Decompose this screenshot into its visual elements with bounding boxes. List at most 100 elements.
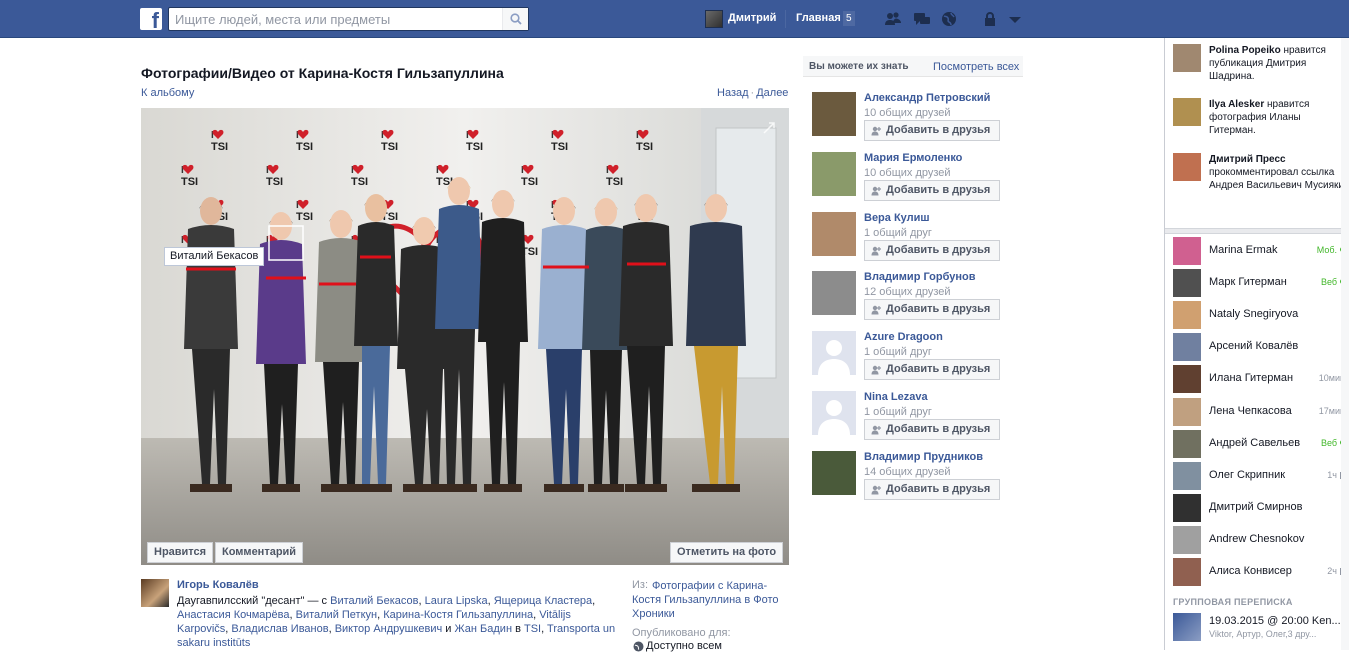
sidebar-scrollbar[interactable]: [1341, 38, 1349, 650]
settings-dropdown-icon[interactable]: [1006, 11, 1024, 27]
add-friend-button[interactable]: Добавить в друзья: [864, 239, 1000, 261]
fullscreen-icon[interactable]: [763, 122, 775, 134]
caption-text: Даугавпилсский "десант": [177, 595, 305, 607]
chat-avatar: [1173, 365, 1201, 394]
tagged-person-link[interactable]: Виталий Петкун: [296, 609, 378, 621]
add-friend-button[interactable]: Добавить в друзья: [864, 478, 1000, 500]
add-friend-label: Добавить в друзья: [886, 243, 991, 256]
author-avatar[interactable]: [141, 579, 169, 607]
pymk-item: Nina Lezava 1 общий друг Добавить в друзья: [812, 391, 1024, 443]
pymk-mutual-friends[interactable]: 1 общий друг: [864, 406, 932, 418]
chat-friend[interactable]: Марк Гитерман Веб: [1173, 269, 1345, 298]
svg-text:TSI: TSI: [381, 141, 398, 153]
pymk-photo[interactable]: [812, 92, 856, 136]
add-friend-button[interactable]: Добавить в друзья: [864, 120, 1000, 141]
chat-friend[interactable]: Илана Гитерман 10мин: [1173, 365, 1345, 394]
chat-friend[interactable]: Олег Скрипник 1ч: [1173, 461, 1345, 490]
pymk-name-link[interactable]: Владимир Горбунов: [864, 271, 976, 283]
previous-photo-link[interactable]: Назад: [717, 87, 749, 99]
pymk-photo[interactable]: [812, 151, 856, 196]
tagged-person-link[interactable]: Ящерица Кластера: [494, 595, 592, 607]
profile-avatar[interactable]: [705, 10, 723, 28]
pymk-name-link[interactable]: Azure Dragoon: [864, 331, 943, 343]
tagged-person-link[interactable]: Владислав Иванов: [231, 623, 328, 635]
tagged-person-link[interactable]: Карина-Костя Гильзапуллина: [383, 609, 533, 621]
tag-photo-button[interactable]: Отметить на фото: [670, 542, 784, 563]
notifications-globe-icon[interactable]: [940, 11, 958, 27]
ticker-text: Дмитрий Пресс прокомментировал ссылка Ан…: [1209, 153, 1347, 192]
chat-friend-name: Алиса Конвисер: [1209, 565, 1292, 577]
pymk-mutual-friends[interactable]: 10 общих друзей: [864, 107, 951, 119]
search-input[interactable]: [169, 8, 499, 30]
see-all-link[interactable]: Посмотреть всех: [933, 61, 1019, 73]
pymk-mutual-friends[interactable]: 1 общий друг: [864, 346, 932, 358]
home-link[interactable]: Главная: [796, 12, 841, 24]
pymk-name-link[interactable]: Александр Петровский: [864, 92, 990, 104]
chat-friend[interactable]: Арсений Ковалёв: [1173, 333, 1345, 362]
svg-text:TSI: TSI: [606, 176, 623, 188]
pymk-name-link[interactable]: Владимир Прудников: [864, 451, 983, 463]
back-to-album-link[interactable]: К альбому: [141, 87, 194, 99]
pymk-mutual-friends[interactable]: 10 общих друзей: [864, 167, 951, 179]
chat-friend[interactable]: Nataly Snegiryova: [1173, 301, 1345, 330]
tagged-person-link[interactable]: Виктор Андрушкевич: [335, 623, 443, 635]
tagged-person-link[interactable]: Жан Бадин: [455, 623, 513, 635]
privacy-shortcuts-icon[interactable]: [982, 11, 1000, 27]
like-button[interactable]: Нравится: [147, 542, 214, 563]
chat-friend[interactable]: Лена Чепкасова 17мин: [1173, 397, 1345, 426]
ticker-actor: Ilya Alesker: [1209, 99, 1265, 110]
pager-separator: ·: [750, 87, 755, 99]
pymk-name-link[interactable]: Nina Lezava: [864, 391, 928, 403]
messages-icon[interactable]: [913, 11, 931, 27]
comment-button[interactable]: Комментарий: [215, 542, 304, 563]
chat-avatar: [1173, 493, 1201, 522]
pymk-mutual-friends[interactable]: 1 общий друг: [864, 227, 932, 239]
chat-friend[interactable]: Дмитрий Смирнов: [1173, 493, 1345, 522]
add-friend-button[interactable]: Добавить в друзья: [864, 179, 1000, 201]
search-button[interactable]: [502, 8, 528, 30]
pymk-name-link[interactable]: Мария Ермоленко: [864, 152, 962, 164]
pymk-photo[interactable]: [812, 391, 856, 435]
chat-avatar: [1173, 269, 1201, 298]
add-friend-icon: [871, 485, 881, 495]
photo-viewer[interactable]: I TSI I TSI I TSI I TSI I TSI I TSI I TSI I TSI I TSI I TSI…: [141, 108, 789, 565]
pymk-photo[interactable]: [812, 211, 856, 256]
ticker-avatar: [1173, 153, 1201, 181]
add-friend-button[interactable]: Добавить в друзья: [864, 419, 1000, 440]
pymk-mutual-friends[interactable]: 14 общих друзей: [864, 466, 951, 478]
privacy-value[interactable]: Доступно всем: [632, 640, 722, 652]
chat-friend[interactable]: Андрей Савельев Веб: [1173, 429, 1345, 458]
tagged-person-link[interactable]: Laura Lipska: [425, 595, 488, 607]
add-friend-button[interactable]: Добавить в друзья: [864, 299, 1000, 321]
chat-friend[interactable]: Andrew Chesnokov: [1173, 525, 1345, 554]
ticker-divider[interactable]: [1165, 228, 1349, 234]
pymk-header: Вы можете их знать Посмотреть всех: [803, 56, 1023, 77]
chat-friend[interactable]: Marina Ermak Моб.: [1173, 237, 1345, 265]
pymk-photo[interactable]: [812, 271, 856, 316]
facebook-logo[interactable]: f: [140, 8, 162, 30]
chat-status-text: Моб.: [1316, 245, 1337, 255]
pymk-photo[interactable]: [812, 331, 856, 376]
add-friend-label: Добавить в друзья: [886, 423, 991, 435]
pymk-name-link[interactable]: Вера Кулиш: [864, 212, 930, 224]
chat-friend-name: Марк Гитерман: [1209, 276, 1287, 289]
photo-tag-label[interactable]: Виталий Бекасов: [164, 247, 265, 266]
chat-friend[interactable]: Алиса Конвисер 2ч: [1173, 558, 1345, 586]
chat-avatar: [1173, 558, 1201, 586]
group-photo: ITSIITSIITSIITSIITSIITSIITSIITSIITSIITSI…: [141, 108, 789, 565]
add-friend-button[interactable]: Добавить в друзья: [864, 359, 1000, 381]
place-link[interactable]: TSI: [524, 623, 541, 635]
friend-requests-icon[interactable]: [884, 11, 902, 27]
profile-name-link[interactable]: Дмитрий: [728, 12, 776, 24]
album-source-link[interactable]: Фотографии с Карина-Костя Гильзапуллина …: [632, 579, 782, 621]
tagged-person-link[interactable]: Анастасия Кочмарёва: [177, 609, 290, 621]
pymk-photo[interactable]: [812, 450, 856, 495]
tagged-person-link[interactable]: Виталий Бекасов: [330, 595, 418, 607]
next-photo-link[interactable]: Далее: [756, 87, 788, 99]
pymk-mutual-friends[interactable]: 12 общих друзей: [864, 286, 951, 298]
pymk-item: Azure Dragoon 1 общий друг Добавить в друз…: [812, 331, 1024, 383]
photo-pager: Назад · Далее: [717, 87, 788, 99]
group-chat-item[interactable]: 19.03.2015 @ 20:00 Ken... Viktor, Артур,…: [1173, 613, 1345, 641]
author-name-link[interactable]: Игорь Ковалёв: [177, 579, 259, 591]
ticker-avatar: [1173, 44, 1201, 72]
